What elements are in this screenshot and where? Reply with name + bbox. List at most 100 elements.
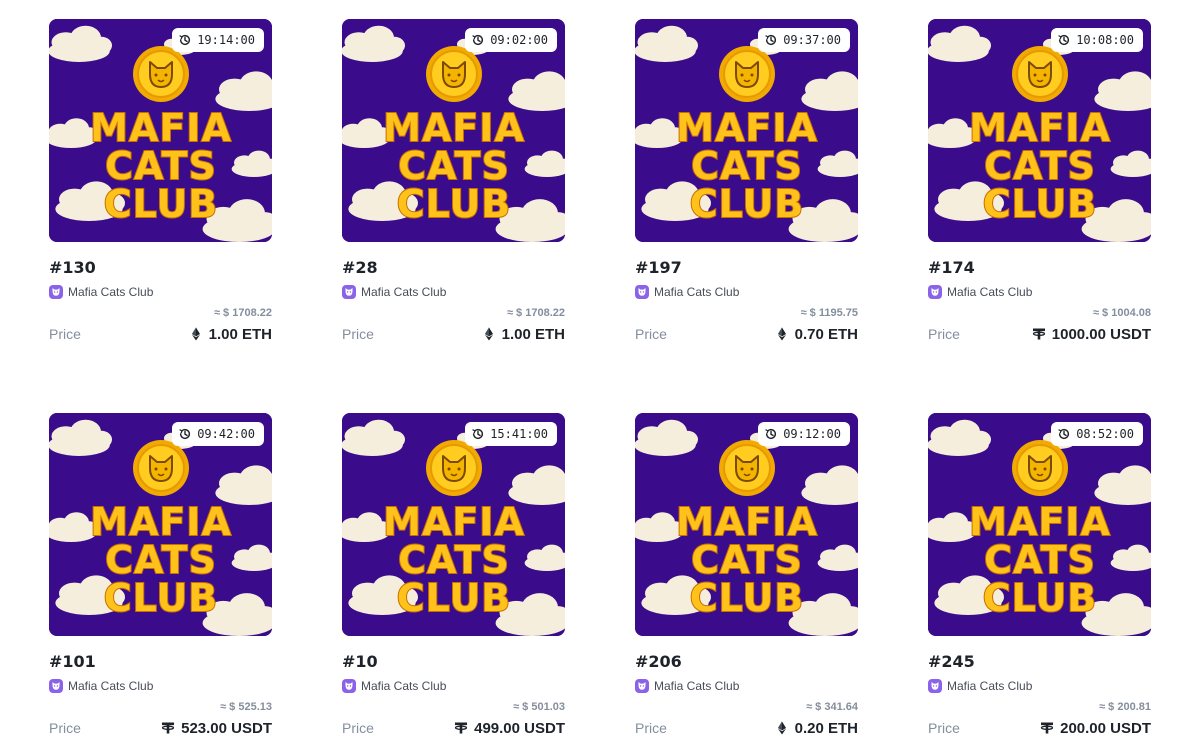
nft-card[interactable]: 19:14:00 #130 Mafia Cats Club ≈ $ 1708.2… bbox=[49, 19, 272, 344]
nft-image[interactable]: 09:02:00 bbox=[342, 19, 565, 242]
timer-text: 09:42:00 bbox=[197, 427, 255, 441]
collection-name: Mafia Cats Club bbox=[947, 285, 1033, 299]
nft-title[interactable]: #130 bbox=[49, 258, 272, 278]
collection-name: Mafia Cats Club bbox=[361, 285, 447, 299]
cat-icon bbox=[342, 285, 356, 299]
price-value: 1.00 ETH bbox=[482, 326, 565, 343]
price-amount: 0.20 ETH bbox=[794, 719, 858, 737]
collection-link[interactable]: Mafia Cats Club bbox=[342, 677, 565, 695]
price-row: Price 499.00 USDT bbox=[342, 718, 565, 738]
price-label: Price bbox=[342, 326, 374, 342]
price-label: Price bbox=[49, 720, 81, 736]
nft-card[interactable]: 09:37:00 #197 Mafia Cats Club ≈ $ 1195.7… bbox=[635, 19, 858, 344]
nft-card[interactable]: 09:42:00 #101 Mafia Cats Club ≈ $ 525.13… bbox=[49, 413, 272, 738]
nft-title[interactable]: #206 bbox=[635, 652, 858, 672]
nft-image[interactable]: 09:37:00 bbox=[635, 19, 858, 242]
nft-image[interactable]: 08:52:00 bbox=[928, 413, 1151, 636]
cat-icon bbox=[49, 679, 63, 693]
eth-icon bbox=[777, 327, 786, 341]
collection-link[interactable]: Mafia Cats Club bbox=[635, 677, 858, 695]
price-row: Price 1.00 ETH bbox=[49, 324, 272, 344]
history-clock-icon bbox=[472, 34, 484, 46]
nft-title[interactable]: #10 bbox=[342, 652, 565, 672]
cat-icon bbox=[928, 285, 942, 299]
price-row: Price 1.00 ETH bbox=[342, 324, 565, 344]
usdt-icon bbox=[161, 721, 175, 735]
cat-icon bbox=[635, 285, 649, 299]
nft-card[interactable]: 09:02:00 #28 Mafia Cats Club ≈ $ 1708.22… bbox=[342, 19, 565, 344]
history-clock-icon bbox=[472, 428, 484, 440]
collection-link[interactable]: Mafia Cats Club bbox=[928, 283, 1151, 301]
nft-image[interactable]: 15:41:00 bbox=[342, 413, 565, 636]
nft-card[interactable]: 09:12:00 #206 Mafia Cats Club ≈ $ 341.64… bbox=[635, 413, 858, 738]
nft-grid: 19:14:00 #130 Mafia Cats Club ≈ $ 1708.2… bbox=[0, 0, 1200, 753]
price-label: Price bbox=[635, 326, 667, 342]
collection-name: Mafia Cats Club bbox=[68, 285, 154, 299]
nft-image[interactable]: 09:12:00 bbox=[635, 413, 858, 636]
price-label: Price bbox=[635, 720, 667, 736]
nft-title[interactable]: #197 bbox=[635, 258, 858, 278]
history-clock-icon bbox=[179, 428, 191, 440]
mafia-cats-club-artwork bbox=[635, 19, 858, 242]
collection-link[interactable]: Mafia Cats Club bbox=[49, 283, 272, 301]
timer-text: 15:41:00 bbox=[490, 427, 548, 441]
price-row: Price 200.00 USDT bbox=[928, 718, 1151, 738]
nft-image[interactable]: 09:42:00 bbox=[49, 413, 272, 636]
eth-icon bbox=[484, 327, 493, 341]
price-amount: 1000.00 USDT bbox=[1051, 325, 1151, 343]
usd-equivalent: ≈ $ 341.64 bbox=[806, 701, 858, 713]
price-label: Price bbox=[928, 326, 960, 342]
usdt-icon bbox=[454, 721, 468, 735]
countdown-timer: 10:08:00 bbox=[1051, 28, 1143, 52]
cat-icon bbox=[49, 285, 63, 299]
usd-equivalent: ≈ $ 525.13 bbox=[220, 701, 272, 713]
usdt-icon bbox=[1040, 721, 1054, 735]
usd-equivalent: ≈ $ 1195.75 bbox=[800, 307, 858, 319]
collection-link[interactable]: Mafia Cats Club bbox=[49, 677, 272, 695]
nft-card[interactable]: 15:41:00 #10 Mafia Cats Club ≈ $ 501.03 … bbox=[342, 413, 565, 738]
price-label: Price bbox=[49, 326, 81, 342]
price-amount: 1.00 ETH bbox=[501, 325, 565, 343]
price-label: Price bbox=[342, 720, 374, 736]
price-value: 1000.00 USDT bbox=[1032, 326, 1151, 343]
history-clock-icon bbox=[1058, 428, 1070, 440]
collection-link[interactable]: Mafia Cats Club bbox=[928, 677, 1151, 695]
price-row: Price 0.70 ETH bbox=[635, 324, 858, 344]
cat-icon bbox=[342, 679, 356, 693]
mafia-cats-club-artwork bbox=[928, 19, 1151, 242]
timer-text: 09:12:00 bbox=[783, 427, 841, 441]
collection-name: Mafia Cats Club bbox=[654, 285, 740, 299]
price-amount: 1.00 ETH bbox=[208, 325, 272, 343]
mafia-cats-club-artwork bbox=[49, 19, 272, 242]
price-label: Price bbox=[928, 720, 960, 736]
collection-name: Mafia Cats Club bbox=[361, 679, 447, 693]
timer-text: 08:52:00 bbox=[1076, 427, 1134, 441]
timer-text: 09:37:00 bbox=[783, 33, 841, 47]
nft-card[interactable]: 08:52:00 #245 Mafia Cats Club ≈ $ 200.81… bbox=[928, 413, 1151, 738]
price-value: 523.00 USDT bbox=[161, 720, 272, 737]
nft-title[interactable]: #101 bbox=[49, 652, 272, 672]
collection-link[interactable]: Mafia Cats Club bbox=[342, 283, 565, 301]
collection-link[interactable]: Mafia Cats Club bbox=[635, 283, 858, 301]
price-value: 1.00 ETH bbox=[189, 326, 272, 343]
price-row: Price 1000.00 USDT bbox=[928, 324, 1151, 344]
countdown-timer: 09:42:00 bbox=[172, 422, 264, 446]
mafia-cats-club-artwork bbox=[342, 413, 565, 636]
nft-card[interactable]: 10:08:00 #174 Mafia Cats Club ≈ $ 1004.0… bbox=[928, 19, 1151, 344]
nft-title[interactable]: #174 bbox=[928, 258, 1151, 278]
mafia-cats-club-artwork bbox=[928, 413, 1151, 636]
eth-icon bbox=[777, 721, 786, 735]
nft-image[interactable]: 19:14:00 bbox=[49, 19, 272, 242]
history-clock-icon bbox=[765, 34, 777, 46]
nft-title[interactable]: #245 bbox=[928, 652, 1151, 672]
usdt-icon bbox=[1032, 327, 1046, 341]
nft-image[interactable]: 10:08:00 bbox=[928, 19, 1151, 242]
price-amount: 523.00 USDT bbox=[181, 719, 272, 737]
mafia-cats-club-artwork bbox=[342, 19, 565, 242]
nft-title[interactable]: #28 bbox=[342, 258, 565, 278]
price-value: 0.70 ETH bbox=[775, 326, 858, 343]
usd-equivalent: ≈ $ 200.81 bbox=[1099, 701, 1151, 713]
countdown-timer: 09:02:00 bbox=[465, 28, 557, 52]
cat-icon bbox=[928, 679, 942, 693]
usd-equivalent: ≈ $ 1708.22 bbox=[506, 307, 565, 319]
